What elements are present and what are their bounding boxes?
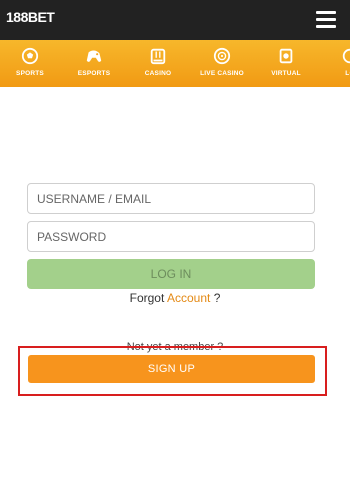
forgot-suffix: ?: [213, 291, 221, 305]
top-bar: 188BET: [0, 0, 350, 40]
nav-item-live-casino[interactable]: LIVE CASINO: [192, 40, 252, 87]
signup-button[interactable]: SIGN UP: [28, 355, 315, 383]
login-button[interactable]: LOG IN: [27, 259, 315, 289]
forgot-prefix: Forgot: [129, 291, 165, 305]
game-controller-icon: [86, 50, 102, 62]
nav-item-lottery[interactable]: LO: [320, 40, 350, 87]
nav-label-virtual: VIRTUAL: [271, 70, 301, 77]
nav-label-lottery: LO: [345, 70, 350, 77]
forgot-account-link[interactable]: Account: [167, 291, 210, 305]
soccer-ball-icon: [21, 47, 39, 65]
category-nav: SPORTS ESPORTS CASINO LIVE CASINO VIRTUA…: [0, 40, 350, 87]
nav-label-sports: SPORTS: [16, 70, 44, 77]
virtual-screen-icon: [279, 48, 293, 64]
nav-item-esports[interactable]: ESPORTS: [64, 40, 124, 87]
password-input[interactable]: [27, 221, 315, 252]
nav-item-casino[interactable]: CASINO: [128, 40, 188, 87]
hamburger-menu-icon[interactable]: [316, 11, 336, 29]
nav-item-virtual[interactable]: VIRTUAL: [256, 40, 316, 87]
nav-label-esports: ESPORTS: [77, 70, 111, 77]
lottery-icon: [342, 48, 350, 64]
username-email-input[interactable]: [27, 183, 315, 214]
slot-machine-icon: [150, 48, 166, 65]
brand-logo[interactable]: 188BET: [6, 9, 55, 25]
roulette-icon: [213, 47, 231, 65]
nav-label-live-casino: LIVE CASINO: [200, 70, 244, 77]
nav-label-casino: CASINO: [144, 70, 172, 77]
forgot-account-text: Forgot Account ?: [0, 291, 350, 305]
nav-item-sports[interactable]: SPORTS: [0, 40, 60, 87]
